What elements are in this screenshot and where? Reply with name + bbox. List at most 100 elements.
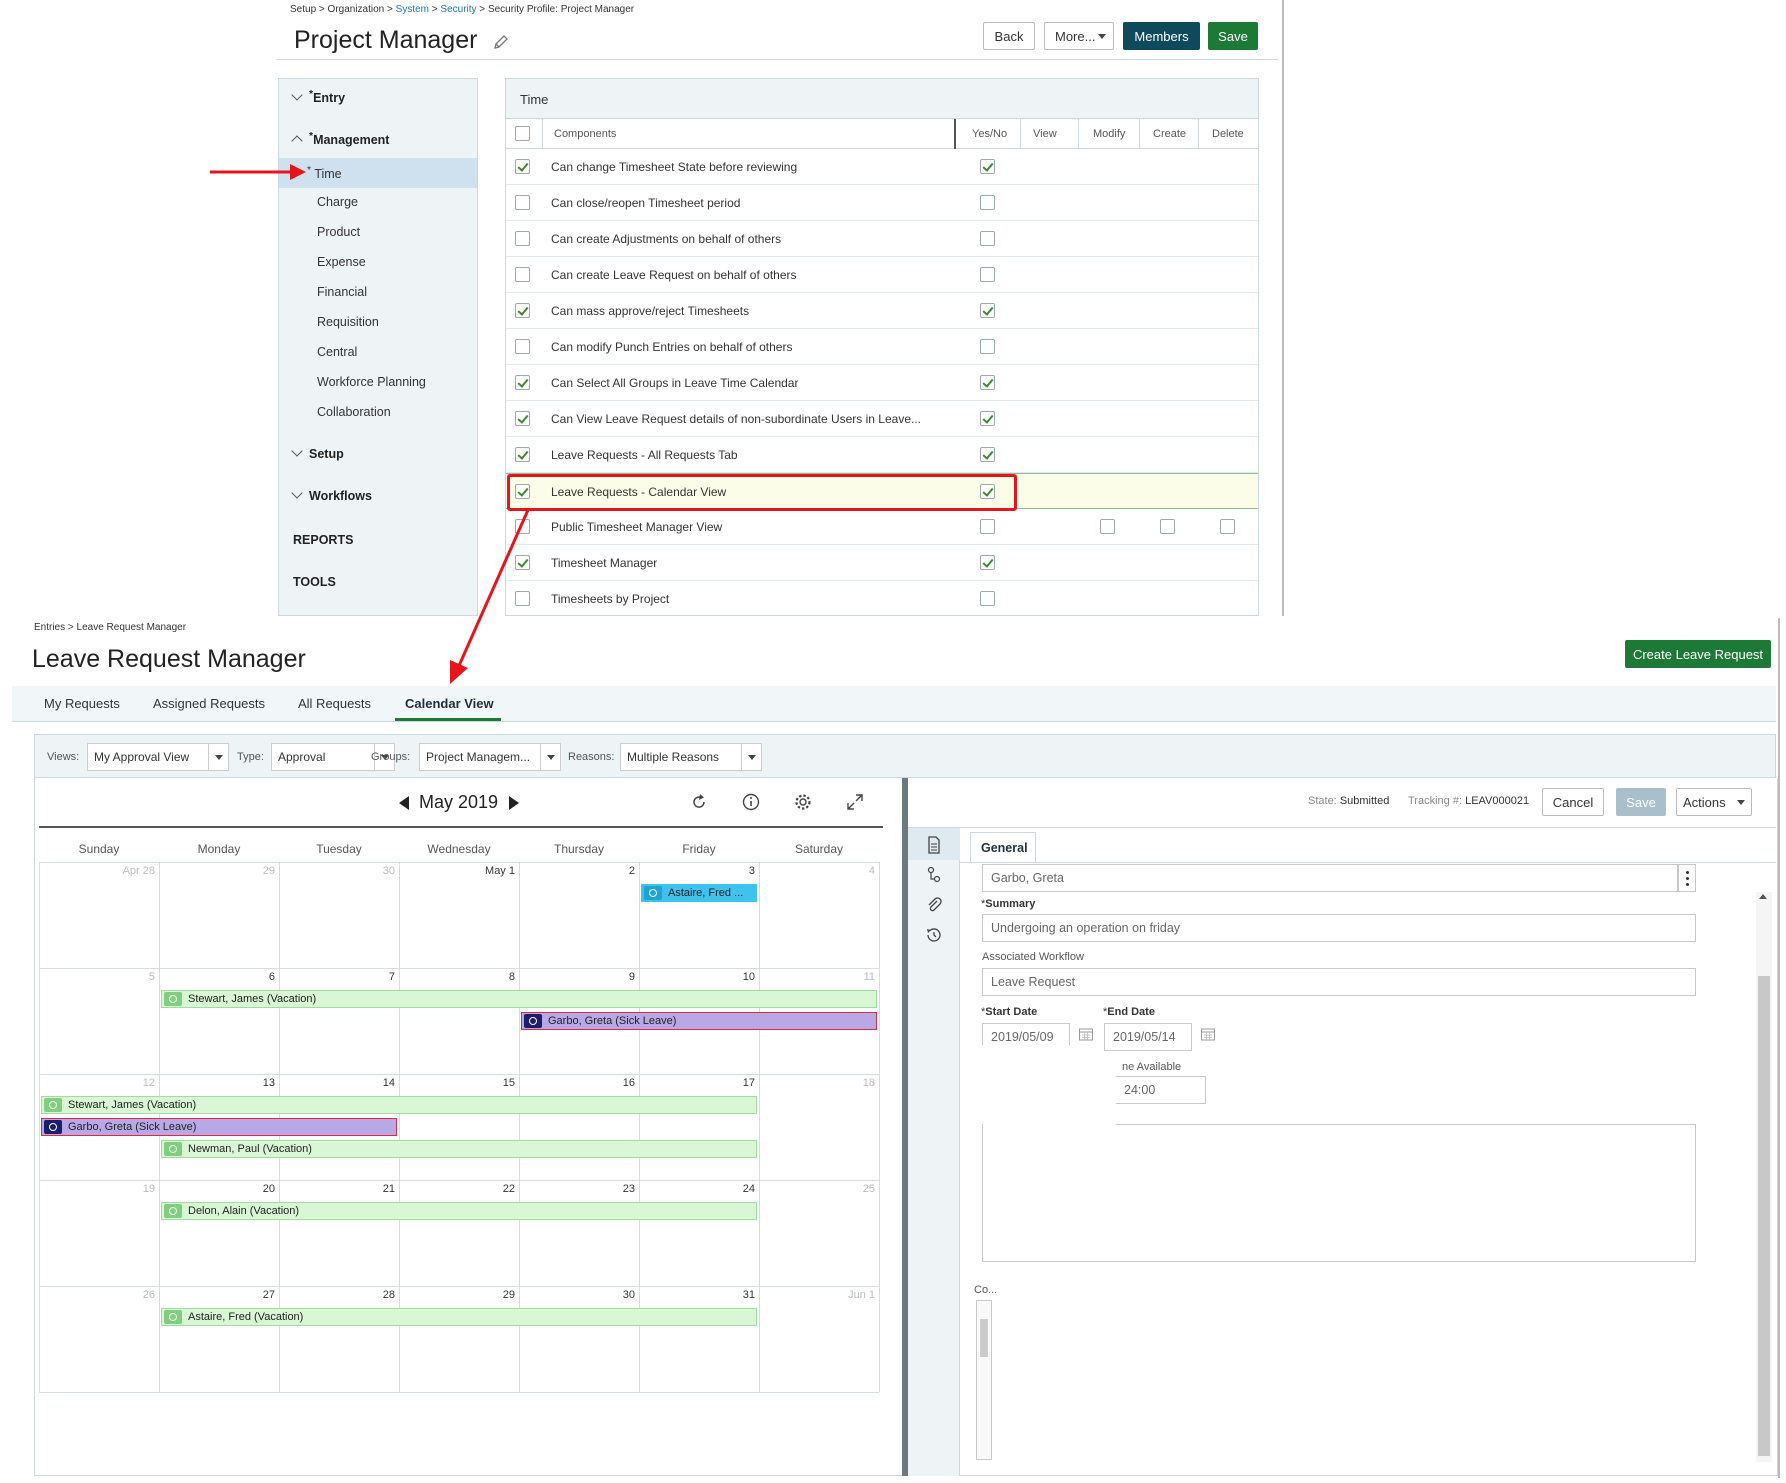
row-checkbox[interactable] [515,267,530,282]
tab-assigned-requests[interactable]: Assigned Requests [153,696,265,711]
calendar-event[interactable]: Garbo, Greta (Sick Leave) [41,1118,397,1136]
day-number[interactable]: 25 [759,1183,875,1195]
row-checkbox[interactable] [515,411,530,426]
yesno-checkbox[interactable] [980,195,995,210]
time-available-input[interactable]: 24:00 [1116,1076,1206,1104]
more-dropdown-button[interactable]: More... [1044,22,1114,50]
col-create[interactable]: Create [1153,128,1186,140]
row-checkbox[interactable] [515,303,530,318]
row-checkbox[interactable] [515,375,530,390]
column-resizer[interactable] [954,119,956,149]
summary-input[interactable]: Undergoing an operation on friday [982,914,1696,942]
history-icon[interactable] [925,926,943,944]
day-number[interactable]: 17 [639,1077,755,1089]
sidebar-section-setup[interactable]: Setup [291,445,344,461]
day-number[interactable]: 2 [519,865,635,877]
breadcrumb-system[interactable]: System [396,4,429,15]
breadcrumb-setup[interactable]: Setup [290,4,316,15]
day-number[interactable]: 4 [759,865,875,877]
day-number[interactable]: 26 [39,1289,155,1301]
calendar-event[interactable]: Astaire, Fred (Vacation) [161,1308,757,1326]
yesno-checkbox[interactable] [980,555,995,570]
day-number[interactable]: 30 [519,1289,635,1301]
sidebar-item-expense[interactable]: Expense [317,255,366,269]
sidebar-section-tools[interactable]: TOOLS [293,575,336,589]
day-number[interactable]: 29 [159,865,275,877]
sidebar-section-workflows[interactable]: Workflows [291,487,372,503]
cancel-button[interactable]: Cancel [1542,788,1604,816]
sidebar-item-collaboration[interactable]: Collaboration [317,405,391,419]
row-checkbox[interactable] [515,231,530,246]
day-number[interactable]: May 1 [399,865,515,877]
settings-gear-icon[interactable] [793,792,813,812]
next-month-icon[interactable] [507,795,521,811]
row-checkbox[interactable] [515,159,530,174]
day-number[interactable]: 27 [159,1289,275,1301]
sidebar-section-management[interactable]: *Management [291,131,389,147]
day-number[interactable]: 10 [639,971,755,983]
actions-dropdown-button[interactable]: Actions [1676,788,1752,816]
day-number[interactable]: 16 [519,1077,635,1089]
create-leave-request-button[interactable]: Create Leave Request [1625,640,1771,668]
tab-general[interactable]: General [970,832,1036,862]
day-number[interactable]: 9 [519,971,635,983]
workflow-icon[interactable] [925,866,943,884]
day-number[interactable]: 31 [639,1289,755,1301]
calendar-event[interactable]: Stewart, James (Vacation) [41,1096,757,1114]
yesno-checkbox[interactable] [980,267,995,282]
sidebar-item-charge[interactable]: Charge [317,195,358,209]
col-yesno[interactable]: Yes/No [972,128,1007,140]
day-number[interactable]: 18 [759,1077,875,1089]
day-number[interactable]: 28 [279,1289,395,1301]
edit-pencil-icon[interactable] [492,33,510,51]
col-view[interactable]: View [1033,128,1057,140]
sidebar-item-central[interactable]: Central [317,345,357,359]
calendar-event[interactable]: Stewart, James (Vacation) [161,990,877,1008]
day-number[interactable]: 8 [399,971,515,983]
back-button[interactable]: Back [983,22,1035,50]
day-number[interactable]: Apr 28 [39,865,155,877]
yesno-checkbox[interactable] [980,375,995,390]
view-checkbox[interactable] [1100,519,1115,534]
sidebar-section-reports[interactable]: REPORTS [293,533,353,547]
end-date-input[interactable]: 2019/05/14 [1104,1023,1192,1051]
day-number[interactable]: 12 [39,1077,155,1089]
day-number[interactable]: 20 [159,1183,275,1195]
calendar-picker-icon[interactable] [1078,1026,1094,1042]
sidebar-item-financial[interactable]: Financial [317,285,367,299]
day-number[interactable]: 11 [759,971,875,983]
workflow-input[interactable]: Leave Request [982,968,1696,996]
day-number[interactable]: 24 [639,1183,755,1195]
day-number[interactable]: 22 [399,1183,515,1195]
calendar-event[interactable]: Astaire, Fred ... [641,884,757,902]
members-button[interactable]: Members [1123,22,1200,50]
paperclip-icon[interactable] [925,896,943,914]
day-number[interactable]: 21 [279,1183,395,1195]
expand-icon[interactable] [845,792,865,812]
detail-scrollbar[interactable] [1756,892,1772,1462]
row-checkbox[interactable] [515,447,530,462]
sidebar-item-requisition[interactable]: Requisition [317,315,379,329]
day-number[interactable]: 15 [399,1077,515,1089]
yesno-checkbox[interactable] [980,447,995,462]
day-number[interactable]: 3 [639,865,755,877]
breadcrumb-security[interactable]: Security [440,4,476,15]
row-checkbox[interactable] [515,195,530,210]
day-number[interactable]: 23 [519,1183,635,1195]
views-select[interactable]: My Approval View [87,743,229,771]
calendar-event[interactable]: Newman, Paul (Vacation) [161,1140,757,1158]
row-checkbox[interactable] [515,339,530,354]
sidebar-section-entry[interactable]: *Entry [291,89,345,105]
start-date-input[interactable]: 2019/05/09 [982,1023,1070,1045]
sidebar-item-workforce-planning[interactable]: Workforce Planning [317,375,426,389]
detail-save-button[interactable]: Save [1616,788,1666,816]
day-number[interactable]: 6 [159,971,275,983]
tab-all-requests[interactable]: All Requests [298,696,371,711]
day-number[interactable]: 13 [159,1077,275,1089]
info-icon[interactable] [741,792,761,812]
create-checkbox[interactable] [1160,519,1175,534]
breadcrumb-organization[interactable]: Organization [328,4,385,15]
day-number[interactable]: Jun 1 [759,1289,875,1301]
user-field[interactable]: Garbo, Greta [982,864,1678,892]
save-button[interactable]: Save [1208,22,1258,50]
